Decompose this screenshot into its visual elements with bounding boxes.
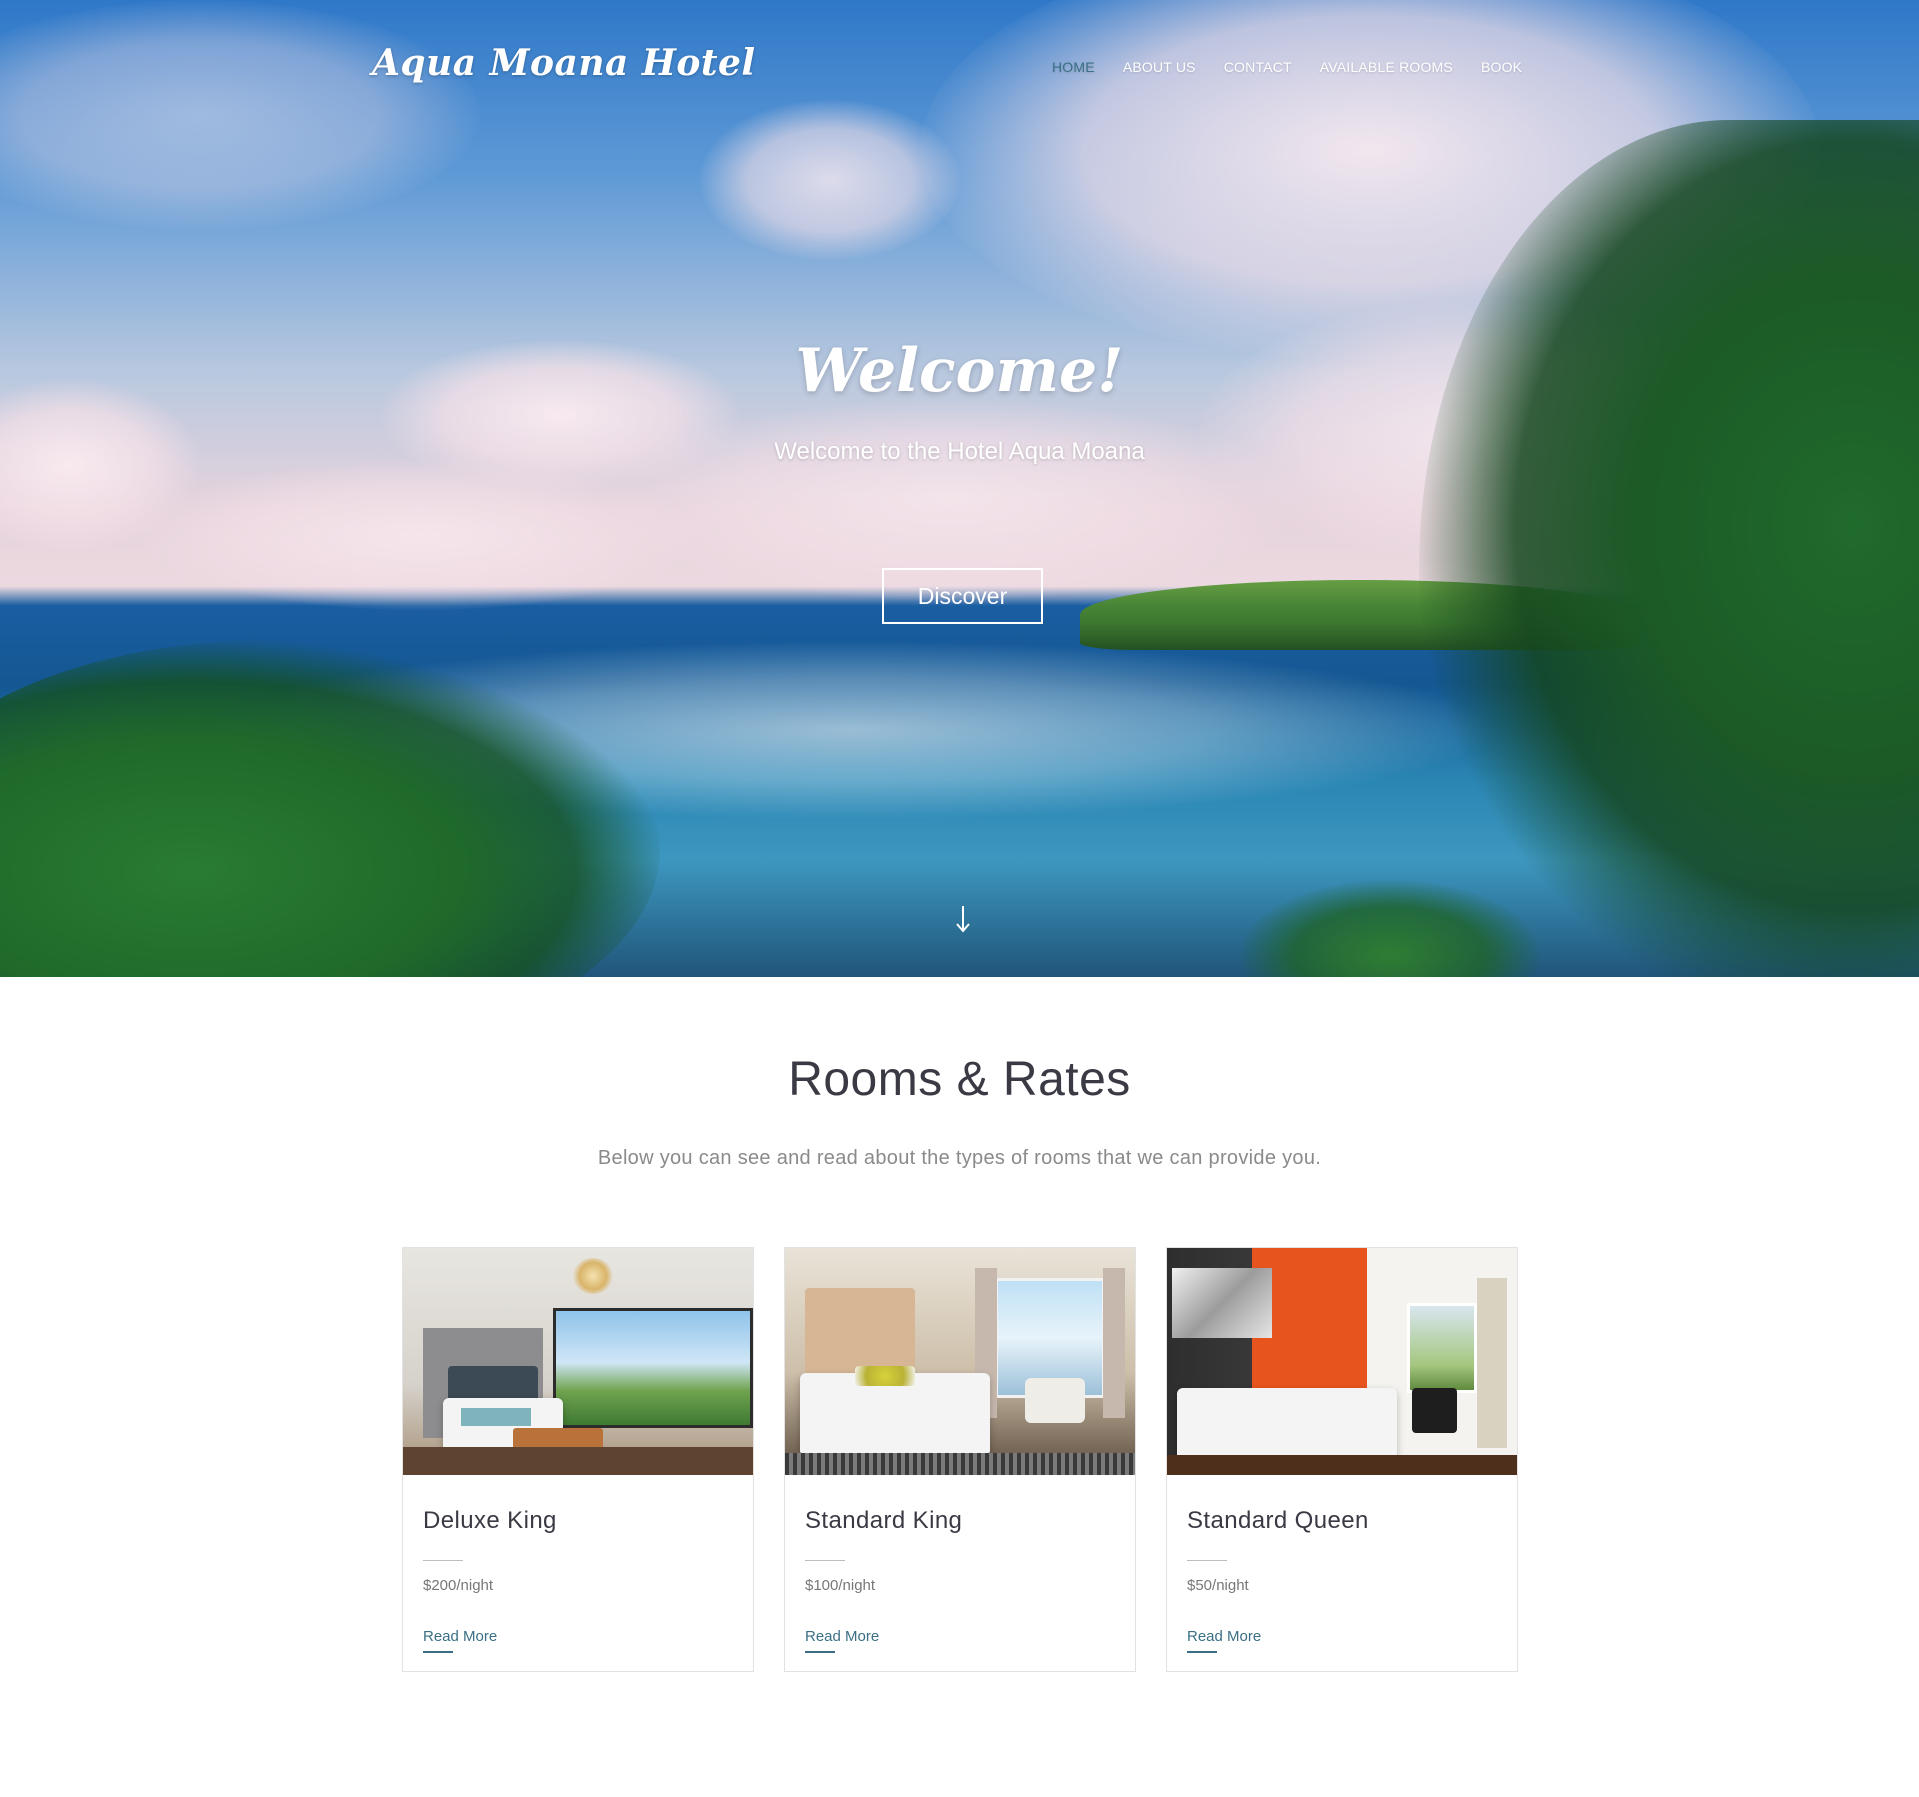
hero-section: Aqua Moana Hotel HOME ABOUT US CONTACT A…: [0, 0, 1919, 977]
hero-foliage-right: [1240, 880, 1540, 977]
main-nav: HOME ABOUT US CONTACT AVAILABLE ROOMS BO…: [1052, 59, 1550, 75]
room-photo-bed: [1177, 1388, 1397, 1458]
nav-available-rooms[interactable]: AVAILABLE ROOMS: [1320, 59, 1453, 75]
room-divider: [1187, 1560, 1227, 1561]
read-more-underline: [1187, 1651, 1217, 1653]
nav-home[interactable]: HOME: [1052, 59, 1095, 75]
room-photo-floor: [785, 1453, 1135, 1475]
room-price: $200/night: [423, 1577, 494, 1594]
read-more-link[interactable]: Read More: [1187, 1628, 1261, 1645]
nav-book[interactable]: BOOK: [1481, 59, 1522, 75]
room-photo-chair: [1412, 1388, 1457, 1433]
room-photo-floor: [1167, 1455, 1517, 1475]
room-photo-window: [553, 1308, 753, 1428]
site-logo[interactable]: Aqua Moana Hotel: [372, 42, 756, 84]
room-photo-floor: [403, 1447, 753, 1475]
room-divider: [423, 1560, 463, 1561]
room-price: $50/night: [1187, 1577, 1249, 1594]
room-price: $100/night: [805, 1577, 876, 1594]
rooms-section-subtitle: Below you can see and read about the typ…: [597, 1147, 1322, 1169]
room-photo-window: [1407, 1303, 1477, 1393]
room-name: Deluxe King: [423, 1507, 557, 1534]
arrow-down-icon[interactable]: [948, 904, 978, 944]
room-photo-armchair: [1025, 1378, 1085, 1423]
read-more-link[interactable]: Read More: [423, 1628, 497, 1645]
room-name: Standard King: [805, 1507, 963, 1534]
nav-contact[interactable]: CONTACT: [1224, 59, 1292, 75]
room-card-deluxe-king: Deluxe King $200/night Read More: [402, 1247, 754, 1672]
hero-title: Welcome!: [795, 336, 1124, 406]
room-photo-curtain: [1477, 1278, 1507, 1448]
hero-subtitle: Welcome to the Hotel Aqua Moana: [774, 438, 1145, 465]
room-name: Standard Queen: [1187, 1507, 1369, 1534]
room-photo-curtain: [1103, 1268, 1125, 1418]
arrow-down-icon-svg: [956, 906, 970, 933]
room-photo[interactable]: [785, 1248, 1135, 1475]
room-photo-artwork: [1172, 1268, 1272, 1338]
room-divider: [805, 1560, 845, 1561]
discover-button[interactable]: Discover: [882, 568, 1043, 624]
room-photo[interactable]: [1167, 1248, 1517, 1475]
read-more-link[interactable]: Read More: [805, 1628, 879, 1645]
nav-about-us[interactable]: ABOUT US: [1123, 59, 1196, 75]
room-photo-throw: [461, 1408, 531, 1426]
room-card-standard-queen: Standard Queen $50/night Read More: [1166, 1247, 1518, 1672]
read-more-underline: [805, 1651, 835, 1653]
room-card-standard-king: Standard King $100/night Read More: [784, 1247, 1136, 1672]
hero-cloud: [0, 0, 480, 230]
room-photo-chandelier: [573, 1258, 613, 1294]
room-photo[interactable]: [403, 1248, 753, 1475]
read-more-underline: [423, 1651, 453, 1653]
hero-cloud: [700, 100, 960, 260]
rooms-section-title: Rooms & Rates: [788, 1053, 1131, 1106]
room-photo-pillows: [855, 1366, 915, 1386]
